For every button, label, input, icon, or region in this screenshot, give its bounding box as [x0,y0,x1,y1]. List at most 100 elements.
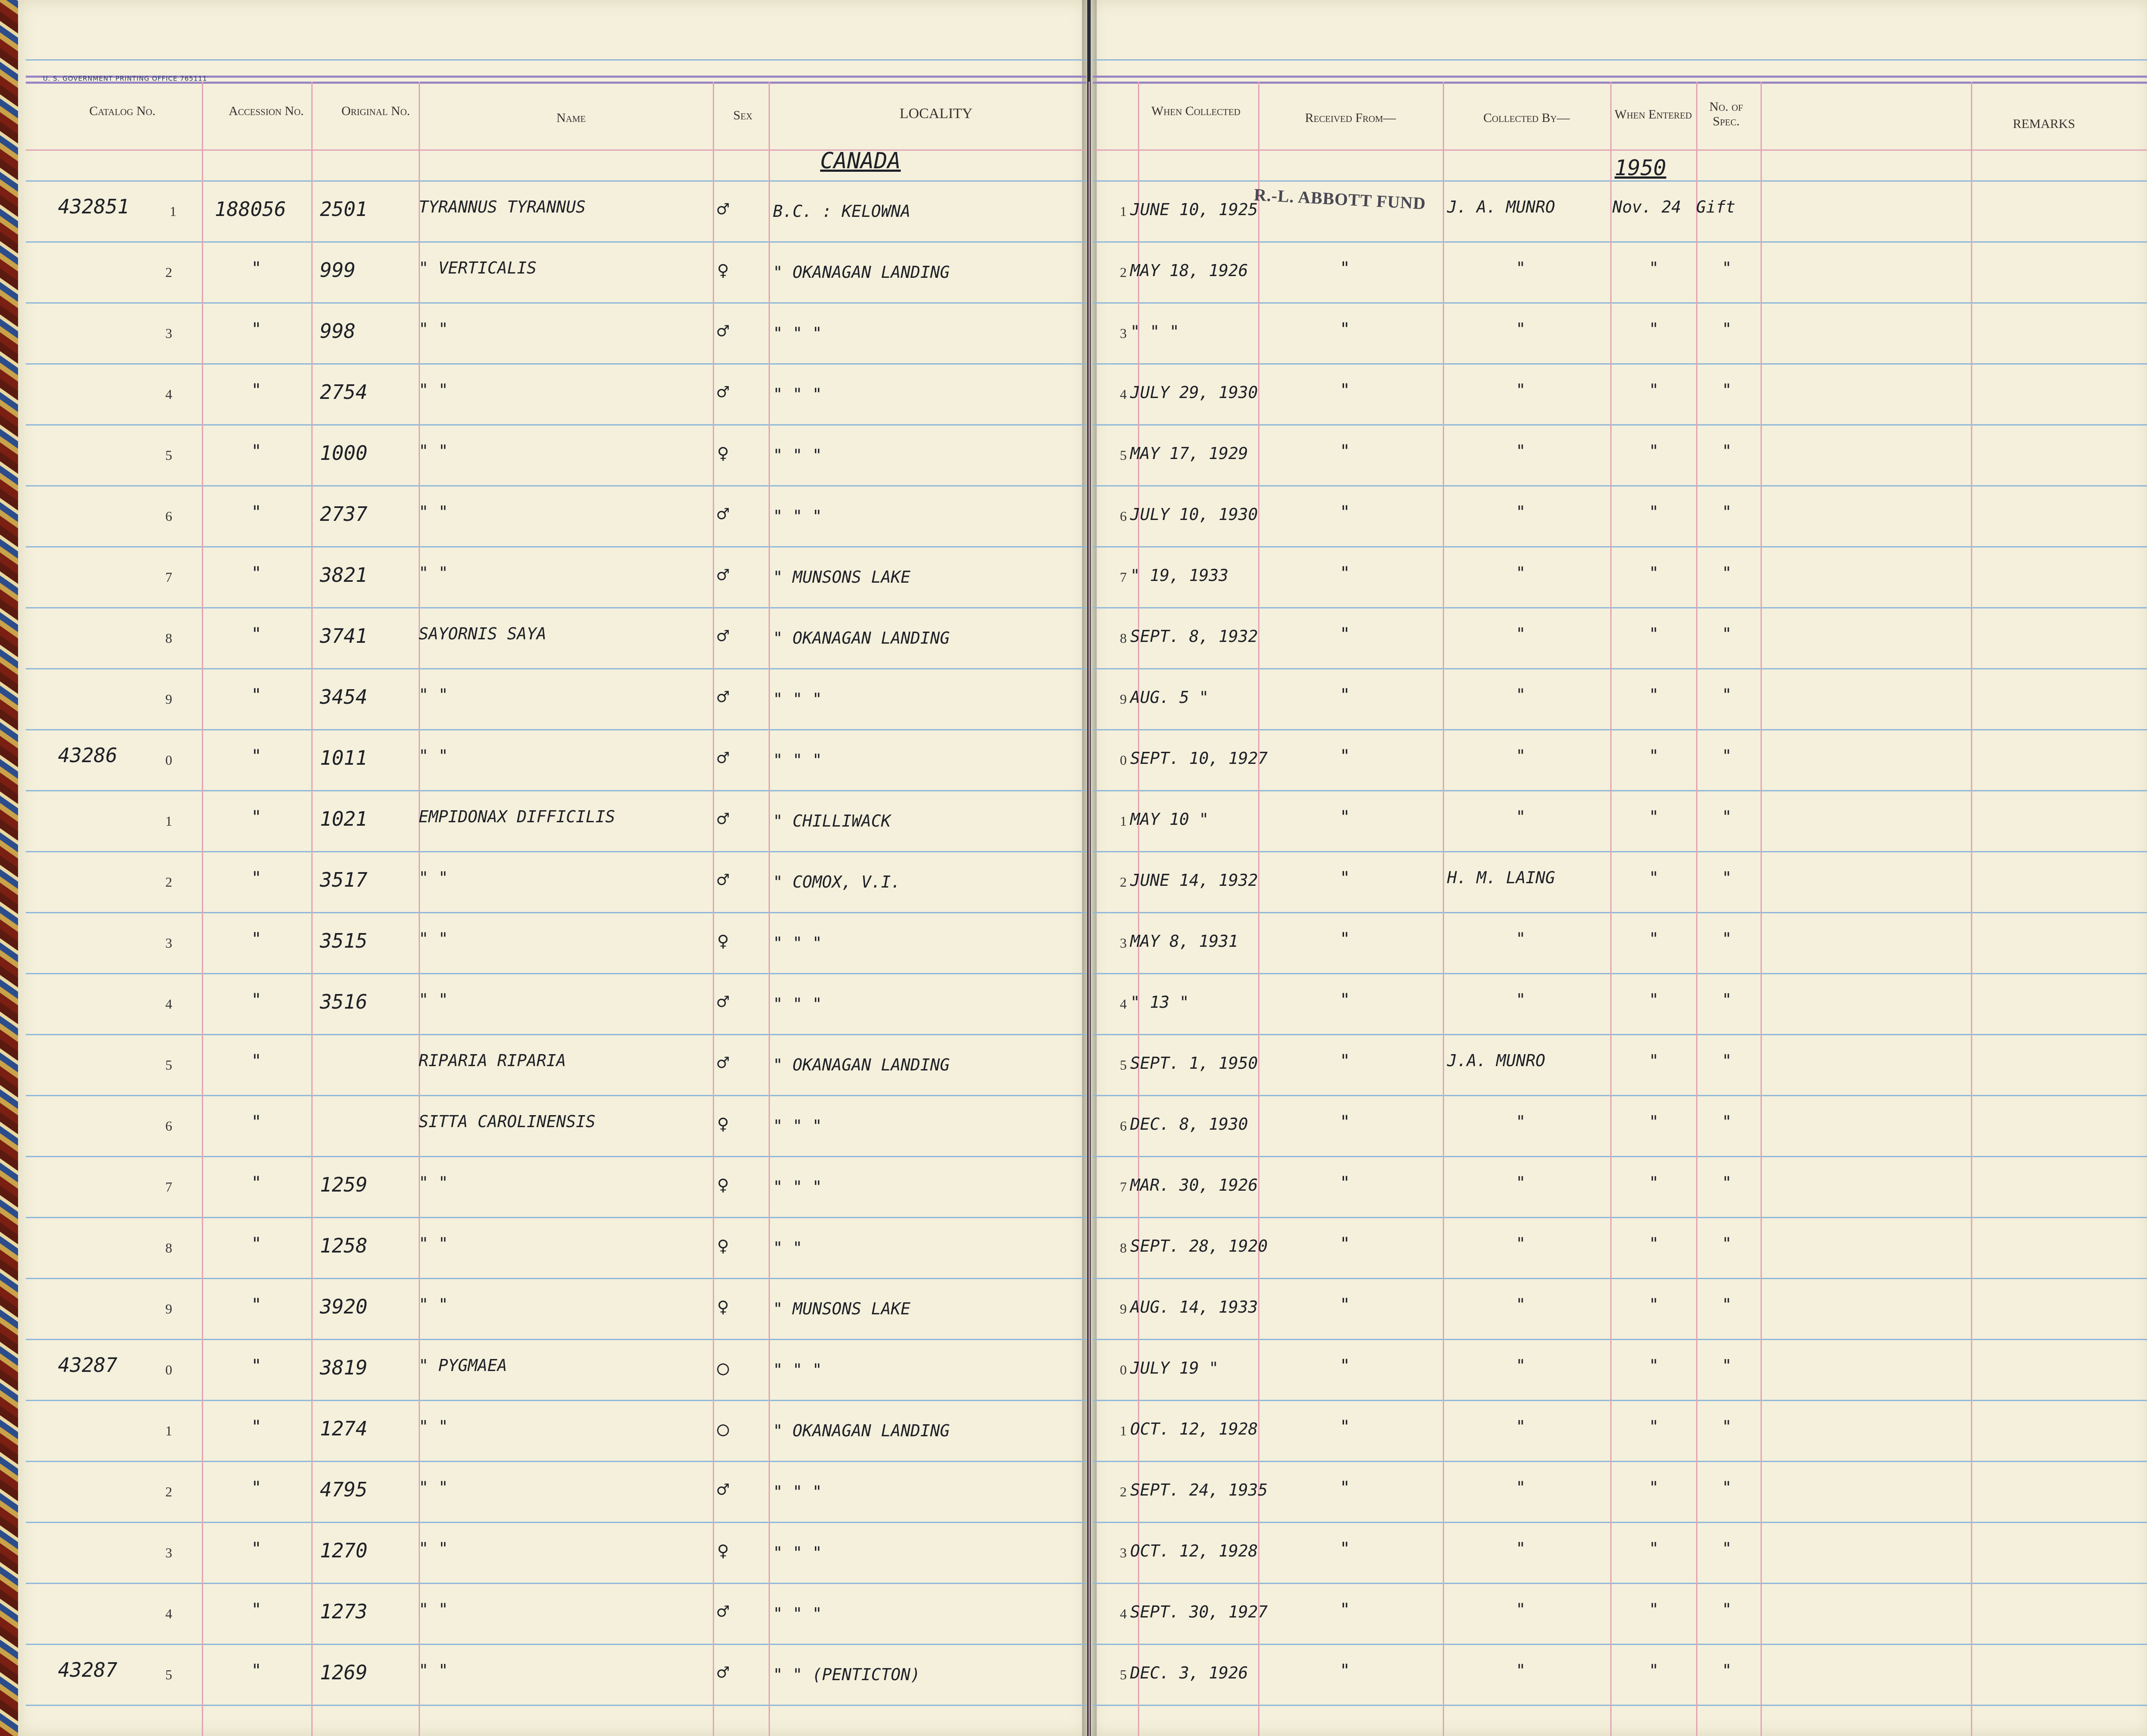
species-name: " " [419,1417,448,1436]
column-rule [713,82,714,1736]
locality: B.C. : KELOWNA [773,202,911,221]
row-index-right: 6 [1120,1118,1127,1134]
when-collected: MAY 17, 1929 [1130,444,1248,463]
original-number: 2501 [320,198,368,221]
when-entered: " [1649,685,1659,704]
row-rule [1093,1583,2147,1584]
row-rule [26,1461,1086,1462]
received-from: " [1340,502,1350,522]
row-rule [1093,912,2147,913]
when-entered: " [1649,929,1659,948]
header-accession: Accession No. [228,104,304,118]
row-rule [1093,1705,2147,1706]
when-entered: " [1649,868,1659,887]
row-index: 3 [165,935,172,951]
collected-by: " [1516,1295,1526,1314]
received-from: " [1340,1173,1350,1193]
when-entered: " [1649,1051,1659,1070]
collected-by: " [1516,624,1526,643]
when-collected: SEPT. 30, 1927 [1130,1602,1268,1621]
species-name: RIPARIA RIPARIA [419,1051,566,1070]
row-rule [26,1034,1086,1035]
collected-by: " [1516,380,1526,399]
sex-symbol: ♂ [717,868,729,891]
species-name: " " [419,319,448,338]
accession-number: " [251,929,262,949]
row-index-right: 4 [1120,386,1127,402]
column-rule [1089,82,1090,1736]
row-index: 5 [165,1057,172,1073]
column-rule [1610,82,1612,1736]
collected-by: " [1516,1661,1526,1680]
row-rule [26,302,1086,304]
species-name: " " [419,746,448,765]
row-rule [26,363,1086,365]
number-of-specimens: " [1722,1600,1732,1619]
species-name: " " [419,1173,448,1192]
received-from: " [1340,319,1350,339]
received-from: " [1340,1356,1350,1376]
locality: " " " [773,751,822,769]
row-index-right: 7 [1120,569,1127,585]
accession-number: " [251,502,262,522]
collected-by: " [1516,685,1526,704]
column-rule [769,82,770,1736]
received-from: " [1340,1539,1350,1559]
collected-by: J. A. MUNRO [1447,198,1555,216]
collected-by: " [1516,746,1526,765]
collected-by: " [1516,929,1526,948]
row-rule [1093,180,2147,182]
species-name: " " [419,929,448,948]
number-of-specimens: " [1722,1417,1732,1436]
number-of-specimens: " [1722,380,1732,399]
row-index: 5 [165,447,172,463]
row-rule [26,912,1086,913]
row-rule [1093,1644,2147,1645]
row-index: 7 [165,569,172,585]
when-entered: " [1649,1173,1659,1192]
sex-symbol: ♀ [717,1539,729,1562]
accession-number: " [251,1112,262,1132]
header-double-rule [1093,76,2147,78]
row-index-right: 2 [1120,874,1127,890]
when-entered: " [1649,807,1659,826]
header-no-of-spec: No. of Spec. [1709,100,1743,128]
header-locality: LOCALITY [900,106,973,122]
locality: " MUNSONS LAKE [773,568,911,587]
row-rule [1093,851,2147,852]
number-of-specimens: " [1722,1478,1732,1497]
when-collected: JULY 10, 1930 [1130,505,1258,524]
row-rule [1093,668,2147,669]
accession-number: " [251,258,262,278]
collected-by: " [1516,1356,1526,1375]
number-of-specimens: " [1722,868,1732,887]
row-index-right: 3 [1120,1545,1127,1560]
when-collected: JUNE 14, 1932 [1130,871,1258,890]
received-from: " [1340,1051,1350,1071]
species-name: " " [419,685,448,704]
row-index-right: 1 [1120,1423,1127,1438]
number-of-specimens: " [1722,746,1732,765]
header-original: Original No. [341,104,410,118]
sex-symbol: ♂ [717,380,729,404]
sex-symbol: ♂ [717,1478,729,1501]
accession-number: " [251,1295,262,1315]
year-heading: 1950 [1615,155,1667,180]
when-collected: AUG. 5 " [1130,688,1209,707]
row-rule [1093,973,2147,974]
row-rule [26,1522,1086,1523]
received-from: " [1340,1661,1350,1681]
row-rule [1093,1339,2147,1340]
column-rule [1696,82,1697,1736]
when-entered: Nov. 24 [1612,198,1682,216]
when-collected: MAY 18, 1926 [1130,261,1248,280]
received-from: " [1340,685,1350,705]
collected-by: " [1516,807,1526,826]
sex-symbol: ♂ [717,624,729,648]
row-rule [26,1156,1086,1157]
species-name: " VERTICALIS [419,258,537,277]
sex-symbol: ♀ [717,1295,729,1318]
locality: " " " [773,1360,822,1379]
number-of-specimens: " [1722,441,1732,460]
when-entered: " [1649,1295,1659,1314]
